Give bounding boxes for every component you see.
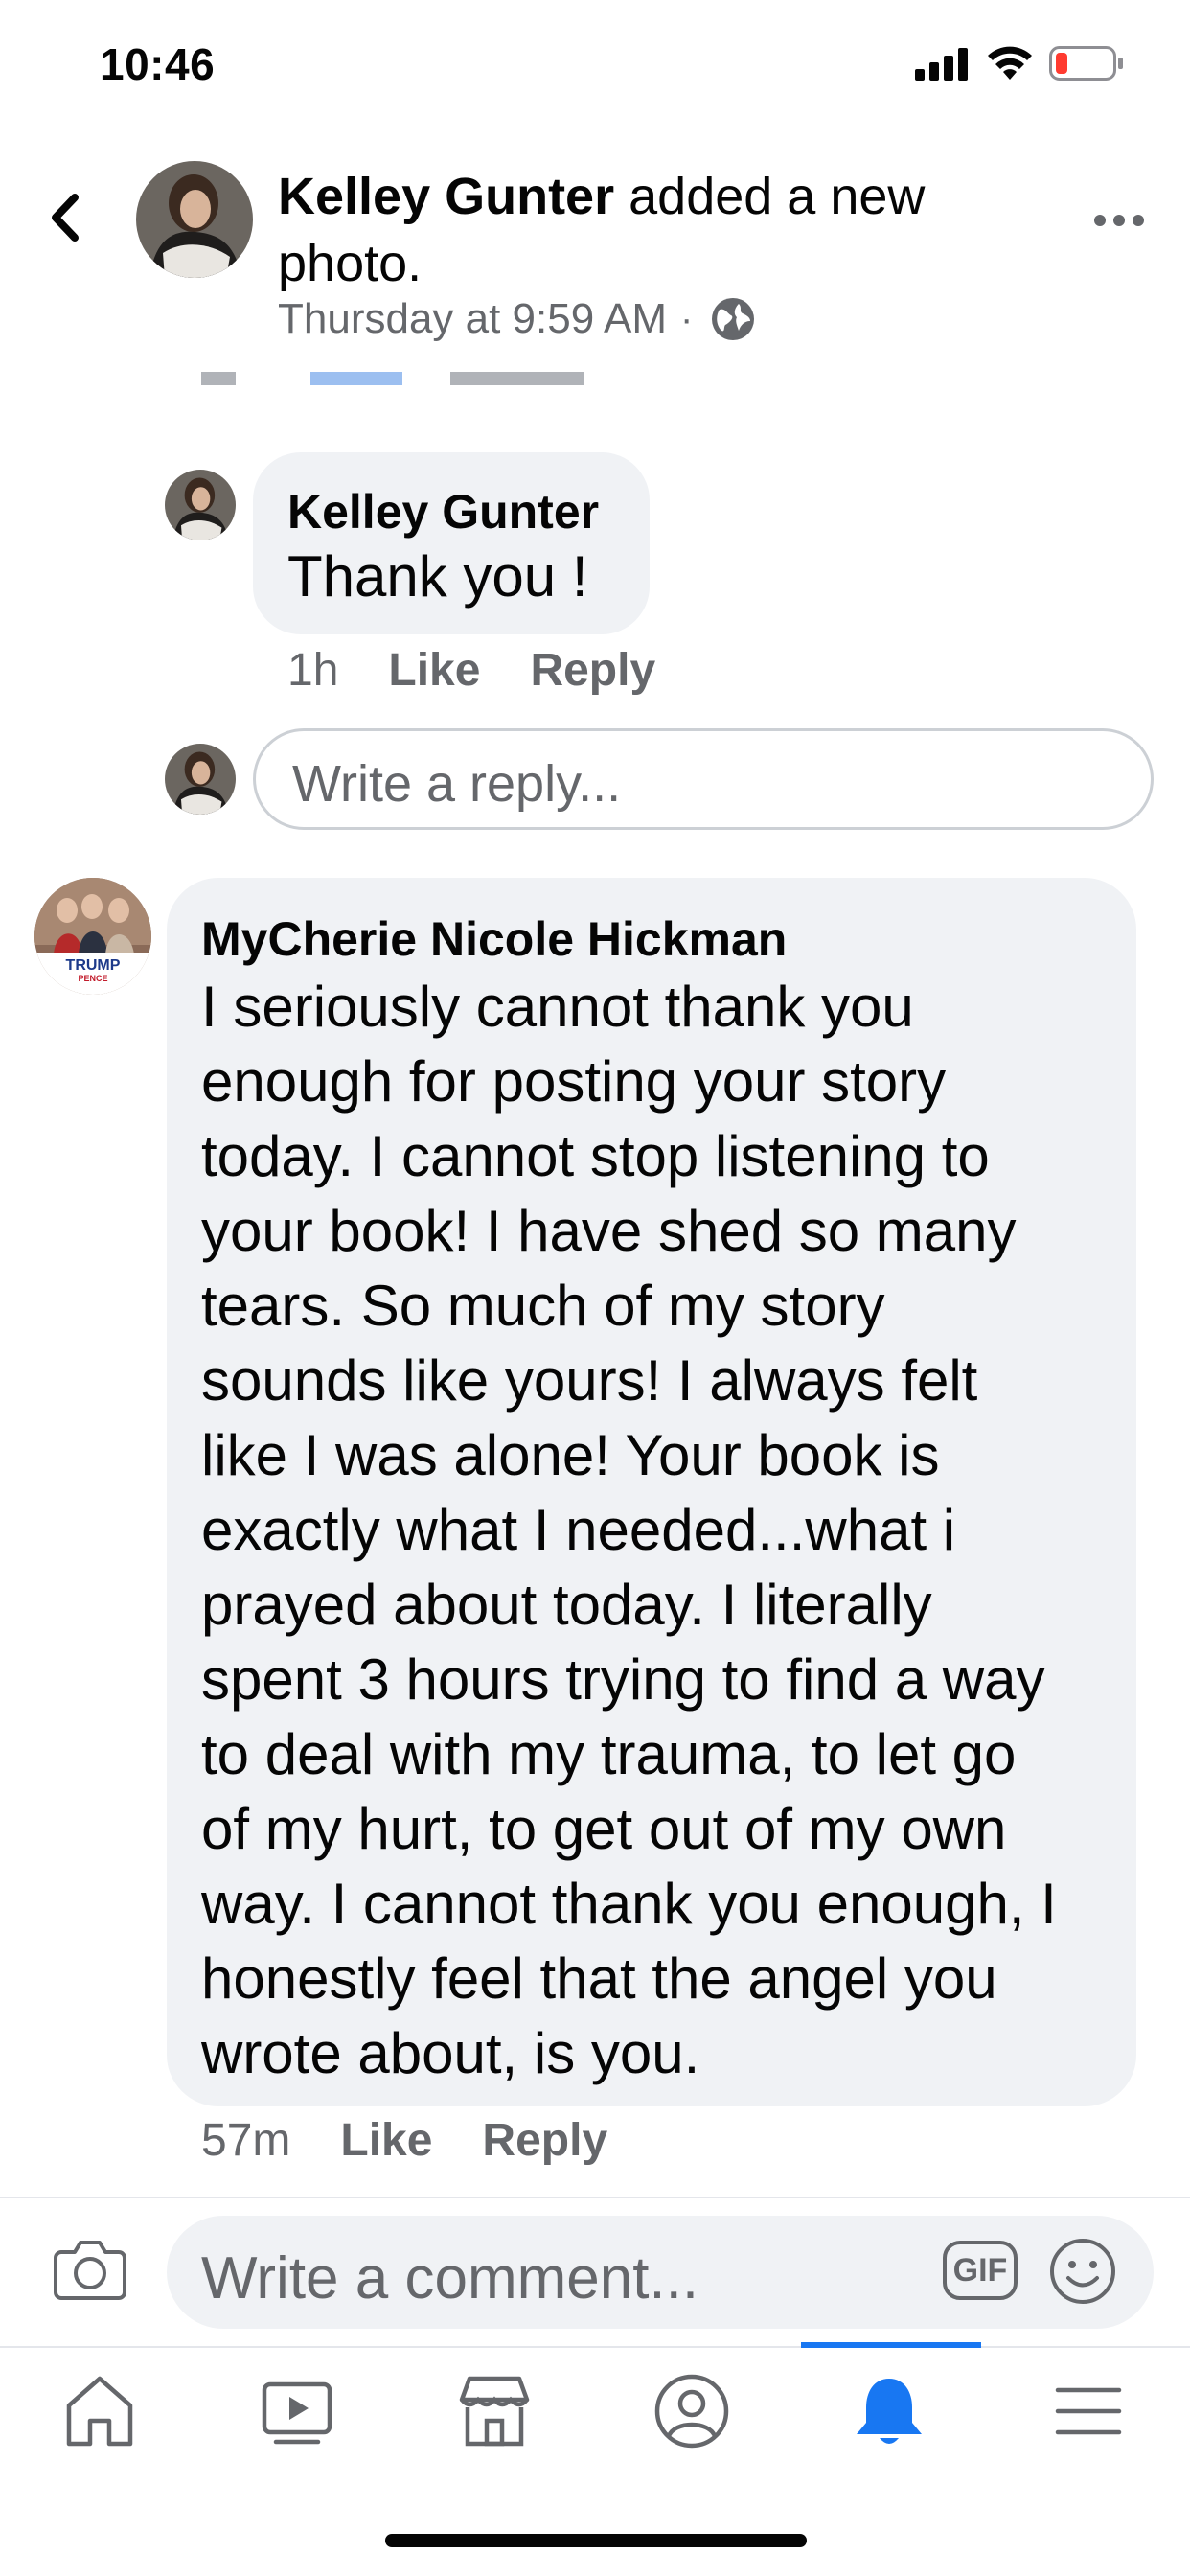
wifi-icon [988,46,1032,80]
comment-author-name[interactable]: MyCherie Nicole Hickman [201,908,1102,970]
current-user-avatar [165,744,236,815]
cellular-signal-icon [915,48,968,80]
avatar-badge-line1: TRUMP [66,957,121,974]
comment-actions: 57m Like Reply [201,2114,657,2167]
write-reply-placeholder: Write a reply... [292,755,622,813]
reply-text: Thank you ! [287,544,588,609]
tab-bar-divider [0,2346,1190,2348]
comment-reply-button[interactable]: Reply [482,2114,607,2167]
reply-author-avatar[interactable] [165,470,236,540]
video-icon[interactable] [253,2367,341,2455]
more-horizontal-icon[interactable] [1092,201,1146,240]
store-icon[interactable] [450,2367,538,2455]
camera-icon[interactable] [54,2237,126,2300]
reply-like-button[interactable]: Like [388,644,480,697]
author-name[interactable]: Kelley Gunter [278,168,614,225]
composer-divider [0,2196,1190,2198]
write-comment-placeholder: Write a comment... [201,2245,699,2312]
write-comment-input[interactable]: Write a comment... GIF [167,2216,1154,2329]
clipped-previous-actions [192,372,671,401]
home-icon[interactable] [56,2367,144,2455]
post-meta: Thursday at 9:59 AM · [278,295,756,343]
post-timestamp[interactable]: Thursday at 9:59 AM [278,295,667,343]
meta-separator: · [680,297,694,340]
comment-time: 57m [201,2115,291,2166]
author-avatar[interactable] [136,161,253,278]
gif-button[interactable]: GIF [943,2241,1018,2300]
comment-bubble[interactable]: MyCherie Nicole Hickman I seriously cann… [167,878,1136,2106]
reply-actions: 1h Like Reply [287,644,705,697]
reply-reply-button[interactable]: Reply [530,644,655,697]
post-title: Kelley Gunter added a new photo. [278,163,1044,297]
comment-like-button[interactable]: Like [340,2114,432,2167]
comment-text: I seriously cannot thank you enough for … [201,975,1057,2085]
emoji-icon[interactable] [1048,2237,1117,2306]
chevron-left-icon[interactable] [42,184,90,251]
reply-author-name[interactable]: Kelley Gunter [287,483,615,540]
post-header: Kelley Gunter added a new photo. Thursda… [0,144,1190,374]
profile-icon[interactable] [648,2367,736,2455]
reply-bubble[interactable]: Kelley Gunter Thank you ! [253,452,650,634]
write-reply-input[interactable]: Write a reply... [253,728,1154,830]
active-tab-indicator [801,2342,981,2348]
hamburger-menu-icon[interactable] [1044,2367,1133,2455]
globe-icon [712,298,755,340]
status-bar: 10:46 [0,0,1190,125]
avatar-badge-line2: PENCE [78,974,107,983]
status-time: 10:46 [100,39,216,89]
reply-time: 1h [287,645,339,696]
comment-author-avatar[interactable]: TRUMP PENCE [34,878,151,995]
home-indicator[interactable] [385,2534,807,2547]
battery-icon [1049,46,1123,80]
bell-icon[interactable] [845,2367,933,2455]
